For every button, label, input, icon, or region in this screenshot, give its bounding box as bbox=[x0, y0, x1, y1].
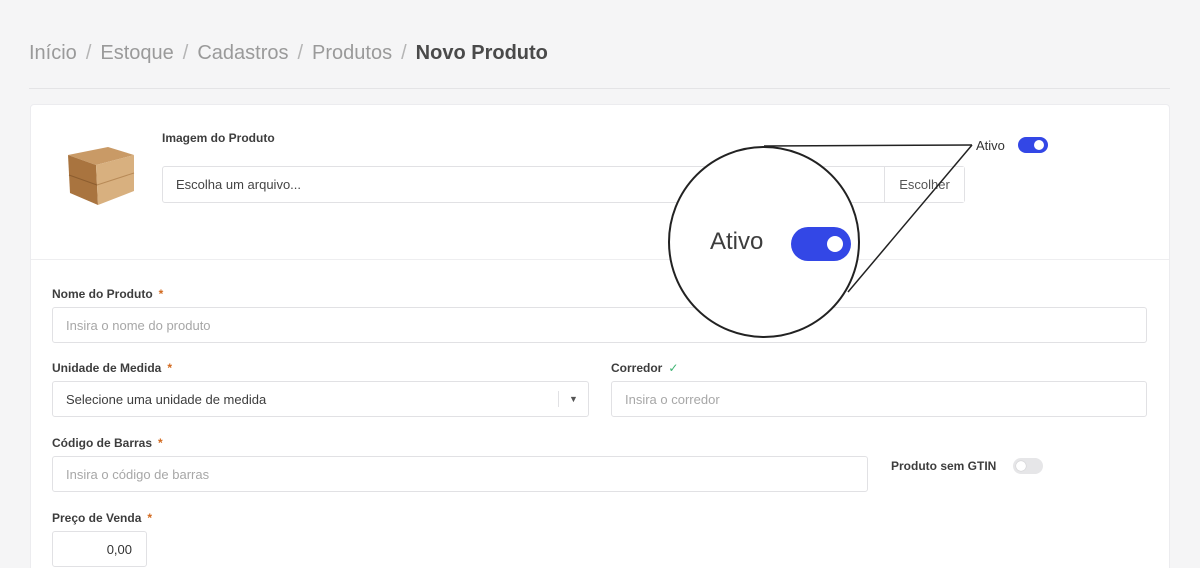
chevron-down-icon[interactable]: ▼ bbox=[558, 391, 588, 407]
breadcrumb-separator: / bbox=[85, 42, 92, 64]
section-divider bbox=[31, 259, 1169, 260]
no-gtin-toggle[interactable] bbox=[1013, 458, 1043, 474]
product-name-placeholder: Insira o nome do produto bbox=[66, 317, 211, 333]
breadcrumb-item-produtos[interactable]: Produtos bbox=[312, 42, 392, 65]
required-marker: * bbox=[158, 436, 163, 450]
required-marker: * bbox=[158, 287, 164, 301]
barcode-input[interactable]: Insira o código de barras bbox=[52, 456, 868, 492]
sale-price-label-text: Preço de Venda bbox=[52, 511, 142, 525]
magnified-active-label: Ativo bbox=[710, 228, 764, 255]
aisle-placeholder: Insira o corredor bbox=[625, 391, 720, 407]
sale-price-value: 0,00 bbox=[106, 541, 132, 557]
active-label: Ativo bbox=[976, 138, 1005, 153]
cardboard-box-icon bbox=[68, 147, 135, 205]
breadcrumb: Início / Estoque / Cadastros / Produtos … bbox=[29, 42, 548, 65]
aisle-label-text: Corredor bbox=[611, 361, 663, 375]
breadcrumb-item-estoque[interactable]: Estoque bbox=[100, 42, 173, 65]
product-image-label: Imagem do Produto bbox=[162, 131, 275, 145]
check-icon: ✓ bbox=[668, 361, 679, 375]
file-input-placeholder: Escolha um arquivo... bbox=[176, 177, 302, 192]
barcode-label-text: Código de Barras bbox=[52, 436, 153, 450]
breadcrumb-item-inicio[interactable]: Início bbox=[29, 42, 77, 65]
unit-label-text: Unidade de Medida bbox=[52, 361, 162, 375]
breadcrumb-separator: / bbox=[297, 42, 304, 64]
unit-label: Unidade de Medida * bbox=[52, 361, 172, 375]
product-name-label-text: Nome do Produto bbox=[52, 287, 153, 301]
toggle-knob bbox=[1034, 140, 1044, 150]
magnified-active-toggle bbox=[791, 227, 851, 261]
unit-select[interactable]: Selecione uma unidade de medida ▼ bbox=[52, 381, 589, 417]
sale-price-input[interactable]: 0,00 bbox=[52, 531, 147, 567]
barcode-label: Código de Barras * bbox=[52, 436, 163, 450]
breadcrumb-divider bbox=[29, 88, 1170, 89]
page-title: Novo Produto bbox=[415, 42, 548, 64]
zoom-magnifier: Ativo bbox=[668, 146, 860, 338]
toggle-knob bbox=[827, 236, 843, 252]
required-marker: * bbox=[167, 361, 173, 375]
required-marker: * bbox=[147, 511, 153, 525]
no-gtin-label: Produto sem GTIN bbox=[891, 459, 997, 473]
breadcrumb-separator: / bbox=[401, 42, 407, 64]
choose-file-button[interactable]: Escolher bbox=[884, 167, 964, 202]
sale-price-label: Preço de Venda * bbox=[52, 511, 152, 525]
active-toggle[interactable] bbox=[1018, 137, 1048, 153]
breadcrumb-separator: / bbox=[182, 42, 189, 64]
aisle-label: Corredor ✓ bbox=[611, 361, 678, 375]
breadcrumb-item-cadastros[interactable]: Cadastros bbox=[197, 42, 288, 65]
product-name-label: Nome do Produto * bbox=[52, 287, 163, 301]
aisle-input[interactable]: Insira o corredor bbox=[611, 381, 1147, 417]
unit-select-value: Selecione uma unidade de medida bbox=[66, 391, 267, 407]
toggle-knob bbox=[1016, 461, 1026, 471]
product-name-input[interactable]: Insira o nome do produto bbox=[52, 307, 1147, 343]
barcode-placeholder: Insira o código de barras bbox=[66, 466, 210, 482]
